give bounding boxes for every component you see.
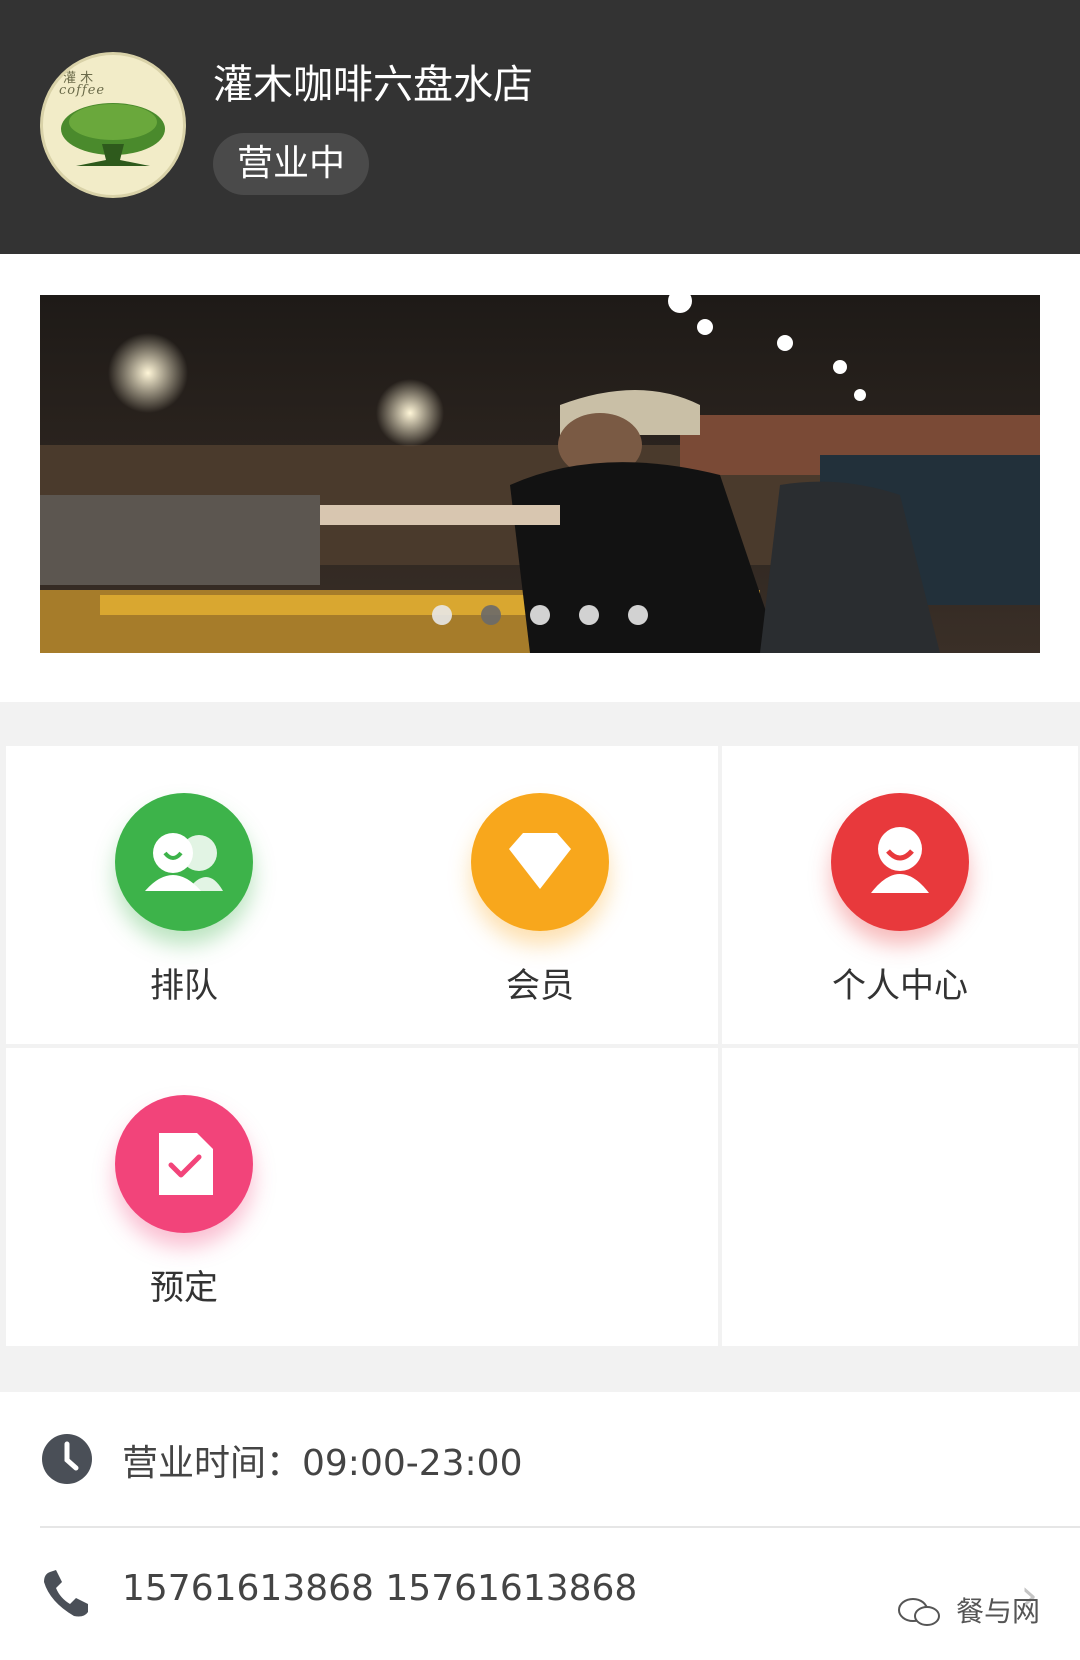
menu-label-reservation: 预定 — [150, 1268, 218, 1308]
menu-item-queue[interactable]: 排队 — [6, 746, 362, 1044]
store-name: 灌木咖啡六盘水店 — [213, 62, 533, 108]
tree-icon — [61, 103, 165, 166]
menu-label-member: 会员 — [506, 966, 574, 1006]
carousel-dot[interactable] — [530, 605, 550, 625]
status-badge: 营业中 — [213, 133, 370, 195]
menu-empty-cell — [722, 1048, 1078, 1346]
carousel-dot[interactable] — [579, 605, 600, 625]
store-header: 灌 木 coffee 灌木咖啡六盘水店 营业中 — [0, 0, 1080, 254]
clock-icon — [42, 1434, 92, 1484]
wechat-icon — [898, 1598, 941, 1626]
store-logo: 灌 木 coffee — [40, 52, 186, 198]
business-hours-row: 营业时间：09:00-23:00 — [40, 1392, 1080, 1528]
menu-empty-cell — [362, 1048, 718, 1346]
carousel-dot-active[interactable] — [480, 605, 501, 625]
menu-item-member[interactable]: 会员 — [362, 746, 718, 1044]
menu-grid: 排队 会员 个人中心 预定 — [0, 702, 1080, 1392]
business-hours: 营业时间：09:00-23:00 — [122, 1443, 523, 1484]
menu-label-queue: 排队 — [150, 966, 218, 1006]
watermark: 餐与网 — [897, 1590, 1040, 1630]
reservation-icon — [115, 1095, 253, 1233]
phone-icon — [44, 1570, 88, 1617]
banner-photo — [40, 295, 1040, 653]
banner-carousel[interactable] — [40, 295, 1040, 653]
phone-numbers[interactable]: 15761613868 15761613868 — [122, 1568, 637, 1609]
menu-item-reservation[interactable]: 预定 — [6, 1048, 362, 1346]
menu-label-profile: 个人中心 — [832, 966, 968, 1006]
menu-item-profile[interactable]: 个人中心 — [722, 746, 1078, 1044]
watermark-text: 餐与网 — [955, 1595, 1040, 1628]
carousel-dot[interactable] — [628, 605, 649, 625]
diamond-icon — [471, 793, 609, 931]
profile-icon — [831, 793, 969, 931]
carousel-dots — [40, 605, 1040, 629]
phone-row[interactable]: 15761613868 15761613868 › 餐与网 — [40, 1526, 1080, 1660]
carousel-dot[interactable] — [431, 605, 452, 625]
store-info: 营业时间：09:00-23:00 15761613868 15761613868… — [0, 1392, 1080, 1660]
queue-icon — [115, 793, 253, 931]
